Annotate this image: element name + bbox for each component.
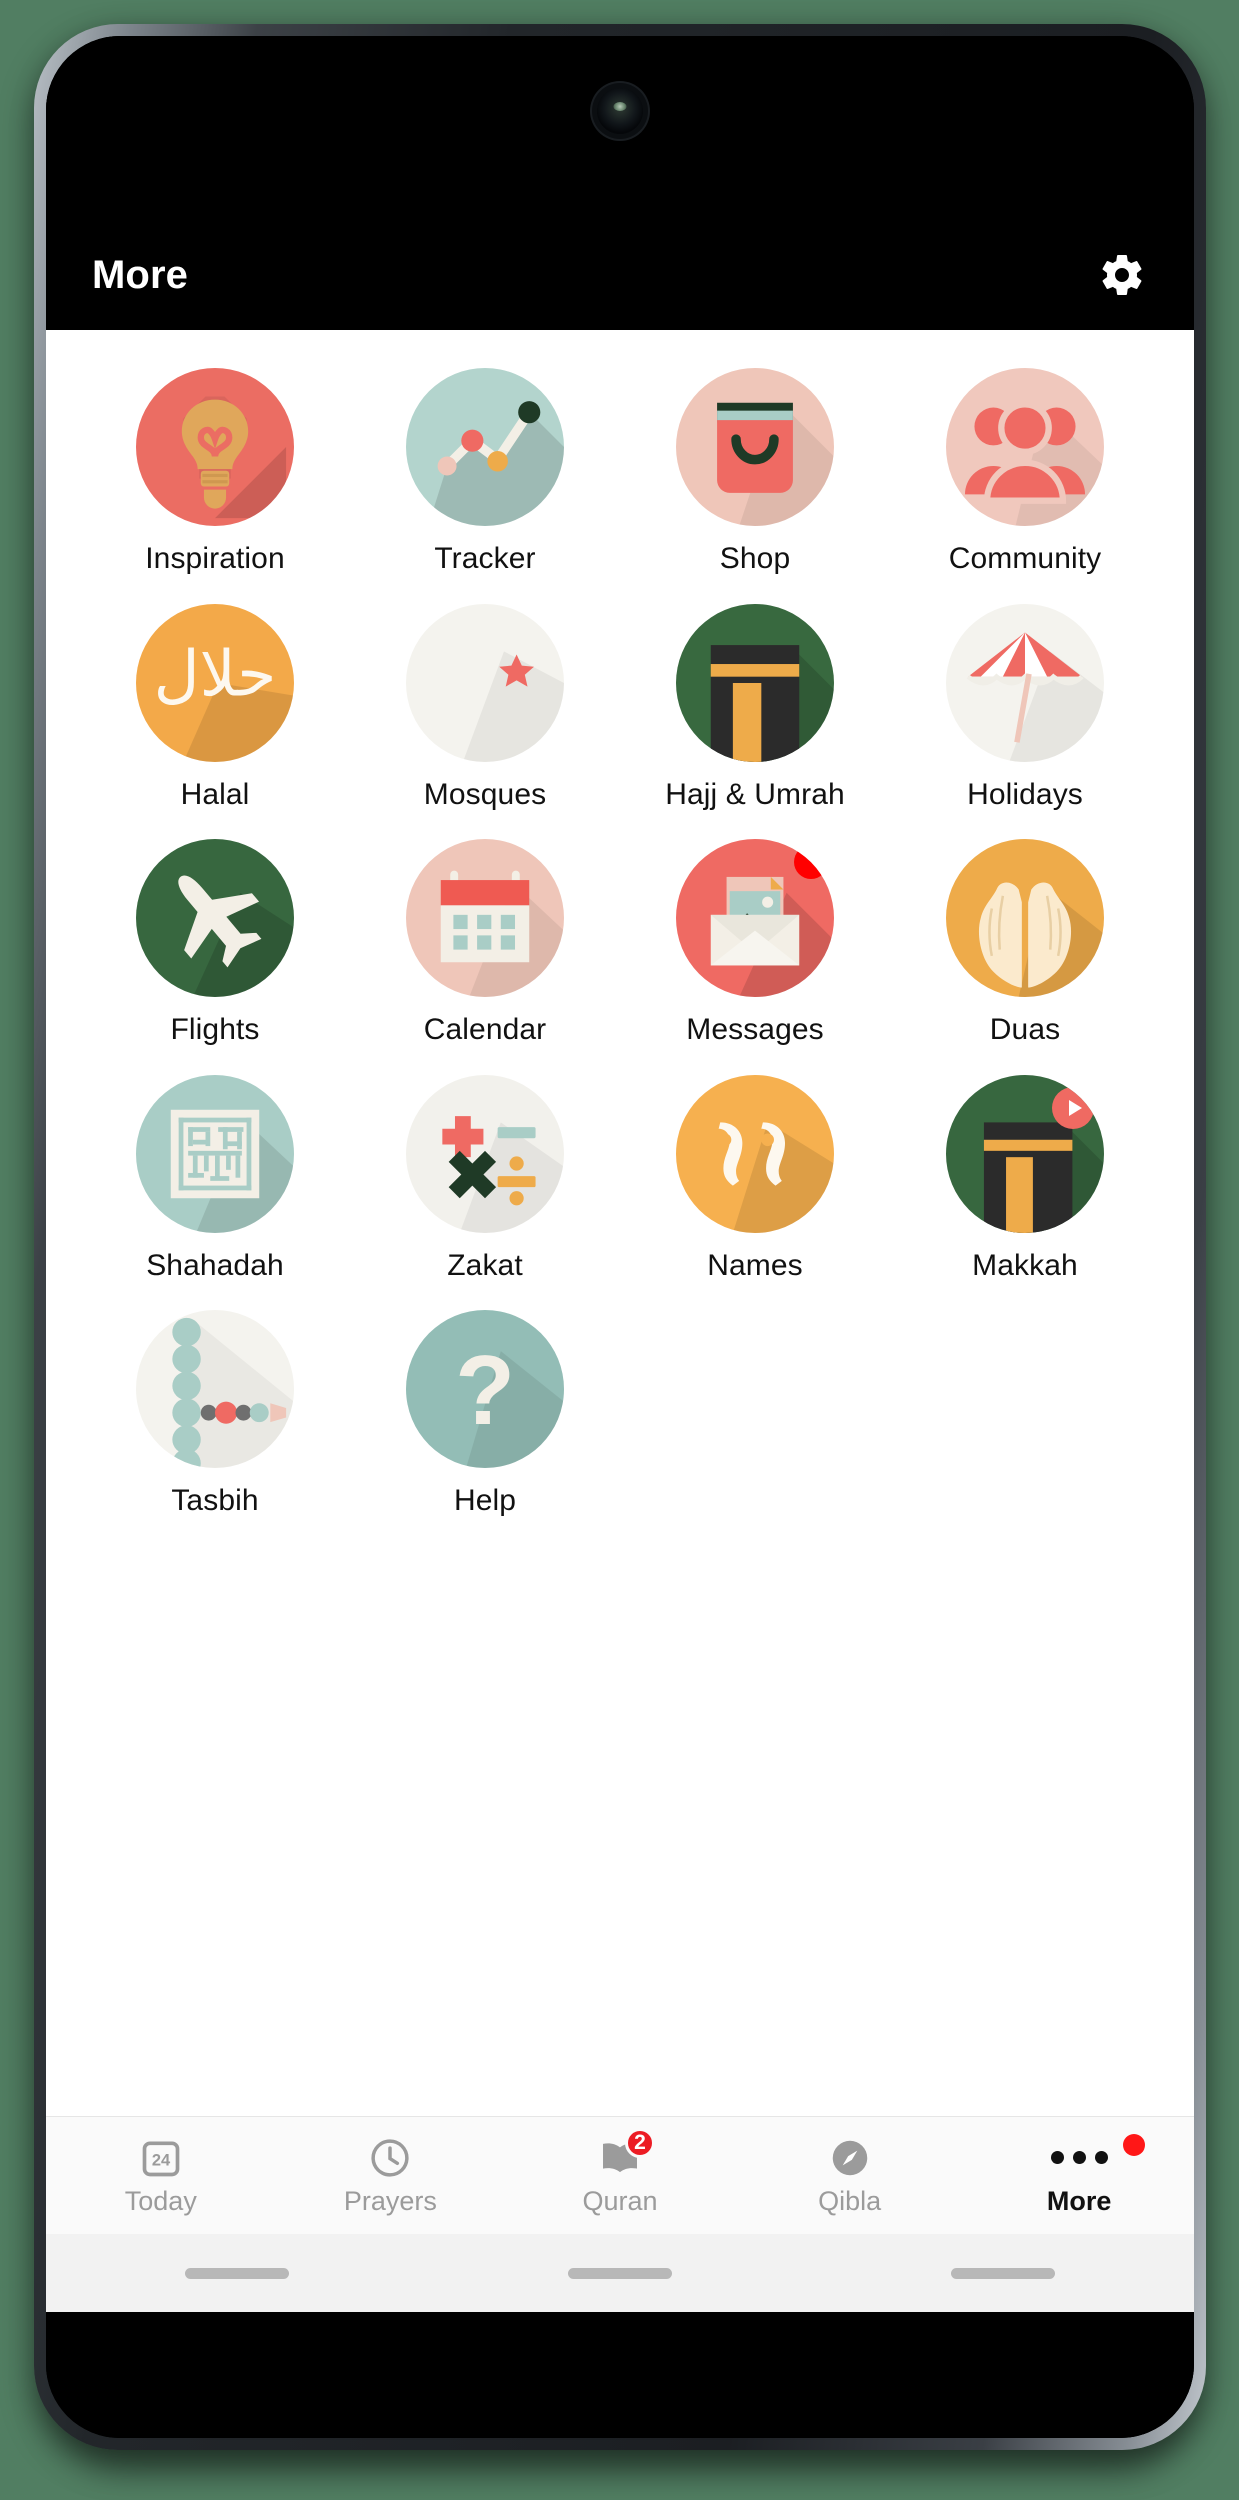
background: More Inspiration Tracker Shop Community … <box>0 0 1239 2500</box>
phone-bezel: More Inspiration Tracker Shop Community … <box>46 36 1194 2438</box>
bottom-tab-bar: 24 Today Prayers 2 Quran Qibla More <box>46 2116 1194 2234</box>
grid-item-label: Shahadah <box>146 1248 284 1282</box>
tab-qibla[interactable]: Qibla <box>735 2117 965 2234</box>
crescent-star-icon <box>406 603 564 762</box>
praying-hands-icon <box>946 839 1104 998</box>
tab-quran[interactable]: 2 Quran <box>505 2117 735 2234</box>
question-mark-icon: ? <box>406 1310 564 1469</box>
live-play-badge <box>1052 1086 1094 1129</box>
phone-screen: More Inspiration Tracker Shop Community … <box>46 36 1194 2438</box>
grid-item-label: Help <box>453 1484 517 1518</box>
open-book-icon: 2 <box>597 2128 655 2180</box>
compass-icon <box>828 2134 872 2180</box>
airplane-icon <box>136 839 294 998</box>
grid-item-holidays[interactable]: Holidays <box>890 590 1160 812</box>
notification-badge <box>794 845 828 880</box>
grid-item-community[interactable]: Community <box>890 354 1160 576</box>
grid-item-label: Hajj & Umrah <box>665 777 845 811</box>
android-nav-bar <box>46 2234 1194 2312</box>
tab-prayers[interactable]: Prayers <box>276 2117 506 2234</box>
prayer-beads-icon <box>136 1310 294 1469</box>
front-camera <box>597 88 643 134</box>
grid-item-halal[interactable]: حلال Halal <box>80 590 350 812</box>
tab-label: Prayers <box>343 2186 437 2216</box>
grid-item-shahadah[interactable]: Shahadah <box>80 1061 350 1283</box>
grid-item-label: Messages <box>686 1013 824 1047</box>
svg-text:حلال: حلال <box>154 636 277 710</box>
nav-recents-pill[interactable] <box>950 2267 1055 2279</box>
grid-item-duas[interactable]: Duas <box>890 825 1160 1047</box>
grid-item-inspiration[interactable]: Inspiration <box>80 354 350 576</box>
clock-icon <box>368 2134 412 2180</box>
ellipsis-icon <box>1050 2134 1145 2180</box>
svg-text:?: ? <box>455 1335 515 1445</box>
grid-item-label: Makkah <box>972 1248 1078 1282</box>
nav-back-pill[interactable] <box>185 2267 290 2279</box>
shopping-bag-icon <box>676 368 834 526</box>
grid-item-flights[interactable]: Flights <box>80 825 350 1047</box>
status-bar-area <box>46 36 1194 232</box>
svg-text:24: 24 <box>152 2151 171 2169</box>
people-group-icon <box>946 368 1104 526</box>
page-title: More <box>92 252 188 297</box>
tab-label: Qibla <box>818 2186 882 2216</box>
grid-item-label: Tracker <box>434 542 536 575</box>
grid-item-label: Halal <box>180 777 250 811</box>
kaaba-icon <box>676 603 834 762</box>
ninety-nine-icon <box>676 1074 834 1233</box>
grid-item-label: Mosques <box>423 777 547 811</box>
grid-item-label: Flights <box>170 1013 260 1047</box>
tab-label: Today <box>124 2186 197 2216</box>
more-red-dot <box>1122 2134 1145 2156</box>
gear-icon <box>1102 255 1142 295</box>
calculator-ops-icon <box>406 1074 564 1233</box>
grid-item-label: Shop <box>719 542 791 575</box>
grid-item-shop[interactable]: Shop <box>620 354 890 576</box>
calendar-24-icon: 24 <box>139 2134 183 2180</box>
grid-item-label: Zakat <box>447 1248 523 1282</box>
tab-label: Quran <box>582 2186 658 2216</box>
grid-item-zakat[interactable]: Zakat <box>350 1061 620 1283</box>
grid-item-tracker[interactable]: Tracker <box>350 354 620 576</box>
calendar-icon <box>406 839 564 998</box>
kaaba-live-icon <box>946 1074 1104 1233</box>
grid-item-makkah[interactable]: Makkah <box>890 1061 1160 1283</box>
grid-item-hajj-umrah[interactable]: Hajj & Umrah <box>620 590 890 812</box>
grid-item-label: Names <box>707 1248 803 1282</box>
grid-item-label: Holidays <box>967 777 1083 811</box>
envelope-photo-icon <box>676 839 834 998</box>
grid-item-calendar[interactable]: Calendar <box>350 825 620 1047</box>
phone-frame: More Inspiration Tracker Shop Community … <box>34 24 1206 2450</box>
kufic-square-icon <box>136 1074 294 1233</box>
grid-item-messages[interactable]: Messages <box>620 825 890 1047</box>
nav-home-pill[interactable] <box>567 2267 672 2279</box>
grid-item-label: Calendar <box>423 1013 547 1047</box>
line-chart-icon <box>406 368 564 526</box>
beach-umbrella-icon <box>946 603 1104 762</box>
grid-item-names[interactable]: Names <box>620 1061 890 1283</box>
screen-bottom-black <box>46 2312 1194 2438</box>
quran-badge: 2 <box>624 2128 655 2158</box>
more-menu-content: Inspiration Tracker Shop Community حلال … <box>46 330 1194 2116</box>
halal-arabic-icon: حلال <box>136 603 294 762</box>
grid-item-mosques[interactable]: Mosques <box>350 590 620 812</box>
tab-more[interactable]: More <box>964 2117 1194 2234</box>
tab-today[interactable]: 24 Today <box>46 2117 276 2234</box>
grid-item-label: Inspiration <box>145 542 285 575</box>
lightbulb-icon <box>136 368 294 526</box>
grid-item-tasbih[interactable]: Tasbih <box>80 1296 350 1518</box>
app-grid: Inspiration Tracker Shop Community حلال … <box>46 354 1194 1518</box>
grid-item-help[interactable]: ? Help <box>350 1296 620 1518</box>
grid-item-label: Community <box>948 542 1102 575</box>
tab-label: More <box>1046 2186 1112 2216</box>
settings-button[interactable] <box>1096 249 1148 301</box>
grid-item-label: Duas <box>989 1013 1061 1047</box>
app-header: More <box>46 232 1194 330</box>
grid-item-label: Tasbih <box>171 1484 259 1518</box>
